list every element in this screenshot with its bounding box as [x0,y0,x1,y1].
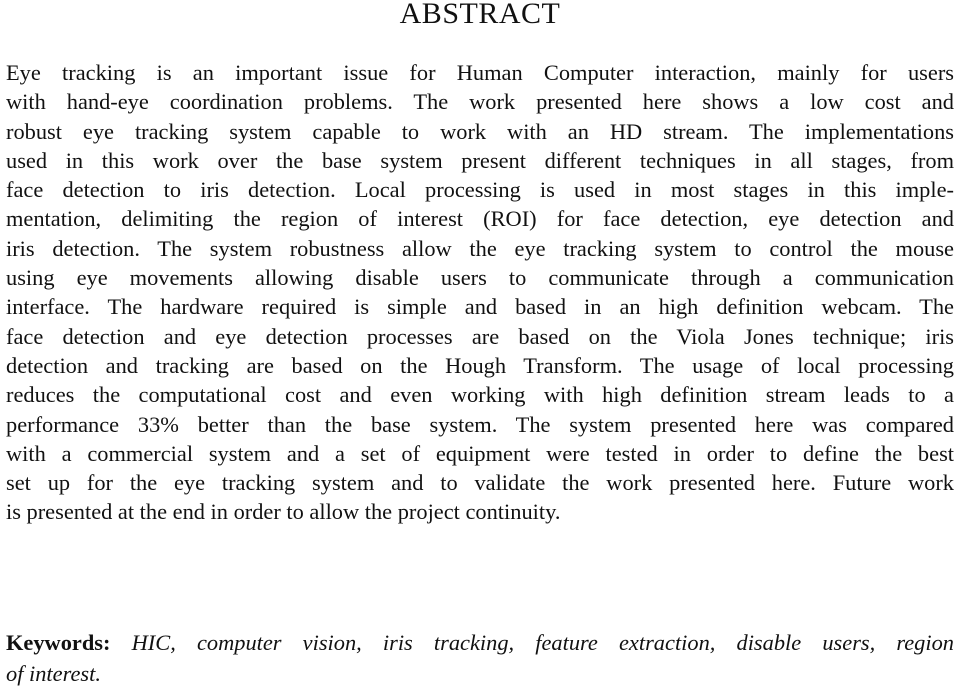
section-heading: ABSTRACT [399,0,561,30]
abstract-line: face detection and eye detection process… [6,323,954,349]
keywords-line: Keywords: HIC, computer vision, iris tra… [6,627,954,658]
abstract-line: iris detection. The system robustness al… [6,235,954,261]
abstract-line: detection and tracking are based on the … [6,352,954,378]
abstract-line: reduces the computational cost and even … [6,382,954,408]
abstract-line: Eye tracking is an important issue for H… [6,60,954,85]
abstract-line: set up for the eye tracking system and t… [6,470,954,496]
abstract-line: face detection to iris detection. Local … [6,177,954,203]
abstract-line: used in this work over the base system p… [6,147,954,173]
abstract-line: robust eye tracking system capable to wo… [6,118,954,144]
keywords-list-continued: of interest. [6,661,101,686]
abstract-line: interface. The hardware required is simp… [6,294,954,320]
abstract-paragraph: Eye tracking is an important issue for H… [6,58,954,527]
abstract-line: performance 33% better than the base sys… [6,411,954,437]
keywords-block: Keywords: HIC, computer vision, iris tra… [6,627,954,689]
abstract-line: is presented at the end in order to allo… [6,499,561,525]
abstract-line: with a commercial system and a set of eq… [6,440,954,466]
keywords-label: Keywords: [6,630,111,655]
abstract-line: using eye movements allowing disable use… [6,265,954,291]
abstract-line: mentation, delimiting the region of inte… [6,206,954,232]
abstract-line: with hand-eye coordination problems. The… [6,89,954,115]
keywords-list: HIC, computer vision, iris tracking, fea… [131,630,954,655]
